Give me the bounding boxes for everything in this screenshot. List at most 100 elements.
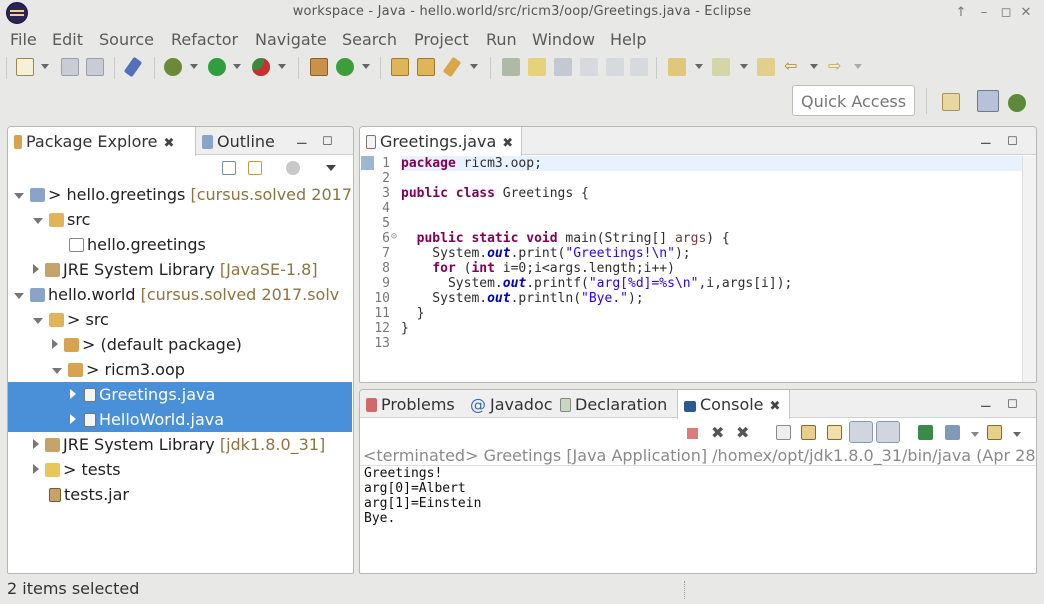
minimize-window-button[interactable]: – (975, 4, 993, 22)
tree-item-package[interactable]: hello.greetings (8, 232, 352, 257)
editor-overview-ruler[interactable] (1022, 156, 1036, 382)
block-selection-icon[interactable] (554, 58, 572, 76)
new-java-class-icon[interactable] (336, 58, 354, 76)
close-icon[interactable]: ✖ (502, 136, 513, 151)
link-with-editor-icon[interactable] (248, 161, 262, 175)
view-menu-icon[interactable] (326, 165, 336, 171)
skip-breakpoints-icon[interactable] (123, 56, 143, 78)
minimize-icon[interactable]: ⚊ (296, 133, 309, 148)
remove-launch-icon[interactable]: ✖ (711, 423, 724, 442)
menu-source[interactable]: Source (99, 30, 154, 49)
tree-item-jre-library[interactable]: JRE System Library [JavaSE-1.8] (8, 257, 352, 282)
menu-navigate[interactable]: Navigate (255, 30, 327, 49)
java-perspective-icon[interactable] (977, 90, 999, 112)
expand-icon[interactable] (33, 318, 43, 324)
new-java-package-icon[interactable] (310, 58, 328, 76)
run-icon[interactable] (208, 58, 226, 76)
tree-item-src[interactable]: > src (8, 307, 352, 332)
menu-search[interactable]: Search (342, 30, 397, 49)
open-type-icon[interactable] (391, 58, 409, 76)
chevron-down-icon[interactable] (278, 64, 286, 69)
minimize-icon[interactable]: ⚊ (980, 396, 993, 411)
display-console-icon[interactable] (945, 425, 960, 440)
terminate-icon[interactable] (687, 428, 698, 439)
maximize-icon[interactable]: ◻ (1007, 396, 1020, 411)
chevron-down-icon[interactable] (41, 64, 49, 69)
menu-window[interactable]: Window (532, 30, 595, 49)
tab-outline[interactable]: Outline (196, 127, 281, 155)
word-wrap-icon[interactable] (827, 425, 842, 440)
last-edit-icon[interactable] (757, 58, 775, 76)
forward-icon[interactable]: ⇨ (828, 58, 846, 76)
quick-access-input[interactable]: Quick Access (792, 85, 915, 116)
open-perspective-icon[interactable] (942, 93, 960, 111)
tab-package-explorer[interactable]: Package Explore ✖ (8, 127, 196, 156)
maximize-icon[interactable]: ◻ (322, 133, 335, 148)
debug-icon[interactable] (164, 58, 182, 76)
debug-perspective-icon[interactable] (1008, 94, 1026, 112)
chevron-down-icon[interactable] (362, 64, 370, 69)
tab-greetings-java[interactable]: Greetings.java ✖ (360, 127, 522, 156)
close-icon[interactable]: ✖ (770, 399, 781, 414)
expand-icon[interactable] (70, 389, 76, 399)
tree-item-helloworld-java[interactable]: HelloWorld.java (8, 407, 352, 432)
show-console-stderr-icon[interactable] (876, 421, 900, 443)
open-console-icon[interactable] (987, 425, 1002, 440)
search-icon[interactable] (442, 56, 462, 78)
chevron-down-icon[interactable] (971, 432, 979, 437)
chevron-down-icon[interactable] (740, 64, 748, 69)
chevron-down-icon[interactable] (810, 64, 818, 69)
expand-icon[interactable] (70, 414, 76, 424)
arrow-up-icon[interactable]: ↑ (952, 4, 970, 22)
chevron-down-icon[interactable] (854, 64, 862, 69)
remove-all-terminated-icon[interactable]: ✖ (736, 423, 749, 442)
expand-icon[interactable] (33, 439, 39, 449)
expand-icon[interactable] (33, 264, 39, 274)
menu-edit[interactable]: Edit (52, 30, 83, 49)
next-annotation-icon[interactable] (668, 58, 686, 76)
scroll-lock-icon[interactable] (801, 425, 816, 440)
menu-project[interactable]: Project (414, 30, 469, 49)
fold-icon[interactable]: ⊝ (391, 231, 397, 242)
tree-item-ricm3-oop[interactable]: > ricm3.oop (8, 357, 352, 382)
pin-console-icon[interactable] (918, 425, 933, 440)
tab-javadoc[interactable]: @ Javadoc (464, 390, 559, 418)
new-icon[interactable] (16, 58, 34, 76)
tree-item-hello-greetings[interactable]: > hello.greetings [cursus.solved 2017. (8, 182, 353, 207)
tree-item-default-package[interactable]: > (default package) (8, 332, 352, 357)
save-icon[interactable] (61, 58, 79, 76)
show-console-stdout-icon[interactable] (849, 421, 873, 443)
external-tools-icon[interactable] (252, 58, 270, 76)
expand-icon[interactable] (52, 368, 62, 374)
pilcrow-icon[interactable] (630, 58, 648, 76)
menu-refactor[interactable]: Refactor (171, 30, 238, 49)
code-editor[interactable]: 1 package ricm3.oop; 2 3 public class Gree… (360, 156, 1022, 382)
close-icon[interactable]: ✖ (163, 136, 174, 151)
expand-icon[interactable] (33, 218, 43, 224)
close-window-button[interactable]: ✕ (1017, 4, 1035, 22)
toggle-annotation-icon[interactable] (502, 58, 520, 76)
word-wrap-icon[interactable] (580, 58, 598, 76)
show-whitespace-icon[interactable] (606, 58, 624, 76)
chevron-down-icon[interactable] (190, 64, 198, 69)
chevron-down-icon[interactable] (695, 64, 703, 69)
tree-item-jre-library[interactable]: JRE System Library [jdk1.8.0_31] (8, 432, 352, 457)
back-icon[interactable]: ⇦ (784, 58, 802, 76)
menu-file[interactable]: File (10, 30, 37, 49)
minimize-icon[interactable]: ⚊ (980, 133, 993, 148)
focus-icon[interactable] (286, 161, 300, 175)
expand-icon[interactable] (14, 193, 24, 199)
expand-icon[interactable] (14, 293, 24, 299)
tree-item-tests[interactable]: > tests (8, 457, 352, 482)
tree-item-greetings-java[interactable]: Greetings.java (8, 382, 352, 407)
mark-occurrences-icon[interactable] (528, 58, 546, 76)
chevron-down-icon[interactable] (1013, 432, 1021, 437)
chevron-down-icon[interactable] (233, 64, 241, 69)
maximize-icon[interactable]: ◻ (1007, 133, 1020, 148)
expand-icon[interactable] (52, 339, 58, 349)
previous-annotation-icon[interactable] (712, 58, 730, 76)
menu-run[interactable]: Run (486, 30, 517, 49)
collapse-all-icon[interactable] (222, 161, 236, 175)
chevron-down-icon[interactable] (470, 64, 478, 69)
open-task-icon[interactable] (417, 58, 435, 76)
